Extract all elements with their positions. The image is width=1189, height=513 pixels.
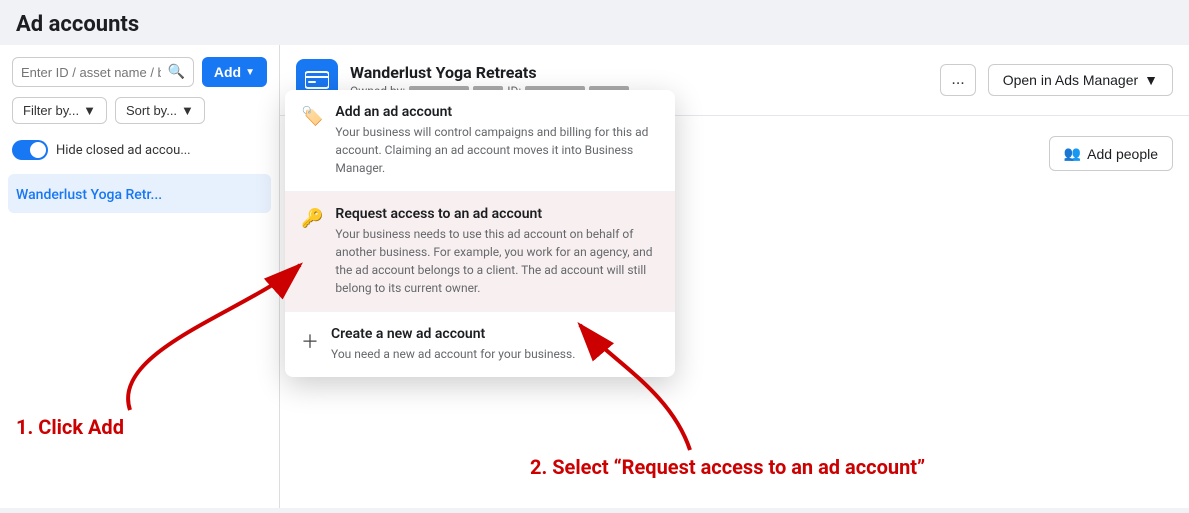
- dropdown-item-create-desc: You need a new ad account for your busin…: [331, 345, 575, 363]
- add-button[interactable]: Add ▼: [202, 57, 267, 87]
- more-options-label: ...: [951, 71, 964, 88]
- add-button-label: Add: [214, 64, 241, 80]
- hide-closed-row: Hide closed ad accou...: [8, 134, 271, 166]
- dropdown-item-add-title: Add an ad account: [335, 104, 659, 120]
- dropdown-item-add-desc: Your business will control campaigns and…: [335, 123, 659, 177]
- add-dropdown-menu: 🏷️ Add an ad account Your business will …: [285, 90, 675, 377]
- page-header: Ad accounts: [0, 0, 1189, 45]
- search-box[interactable]: 🔍: [12, 57, 194, 87]
- dropdown-item-request-content: Request access to an ad account Your bus…: [335, 206, 659, 297]
- search-add-row: 🔍 Add ▼: [8, 57, 271, 87]
- account-list-item[interactable]: Wanderlust Yoga Retr...: [8, 174, 271, 213]
- account-item-label: Wanderlust Yoga Retr...: [16, 187, 162, 203]
- more-options-button[interactable]: ...: [940, 64, 975, 96]
- key-icon: 🔑: [301, 208, 323, 229]
- annotation-1-label: 1. Click Add: [16, 415, 124, 439]
- plus-icon: ＋: [301, 328, 319, 354]
- tag-icon: 🏷️: [301, 106, 323, 127]
- dropdown-item-create-content: Create a new ad account You need a new a…: [331, 326, 575, 363]
- add-people-button[interactable]: 👥 Add people: [1049, 136, 1173, 171]
- sort-label: Sort by...: [126, 103, 177, 118]
- hide-closed-toggle[interactable]: [12, 140, 48, 160]
- dropdown-item-add-content: Add an ad account Your business will con…: [335, 104, 659, 177]
- sort-chevron-icon: ▼: [181, 103, 194, 118]
- sort-button[interactable]: Sort by... ▼: [115, 97, 205, 124]
- annotation-2-label: 2. Select “Request access to an ad accou…: [530, 455, 925, 479]
- filter-button[interactable]: Filter by... ▼: [12, 97, 107, 124]
- dropdown-item-request-header: 🔑 Request access to an ad account Your b…: [301, 206, 659, 297]
- search-icon: 🔍: [167, 64, 184, 80]
- dropdown-item-request-access[interactable]: 🔑 Request access to an ad account Your b…: [285, 192, 675, 312]
- annotation-2: 2. Select “Request access to an ad accou…: [530, 455, 925, 479]
- add-people-label: Add people: [1087, 146, 1158, 162]
- open-ads-manager-label: Open in Ads Manager: [1003, 72, 1138, 88]
- search-input[interactable]: [21, 65, 161, 80]
- page-wrapper: Ad accounts 🔍 Add ▼ Filter by... ▼: [0, 0, 1189, 513]
- dropdown-item-create-title: Create a new ad account: [331, 326, 575, 342]
- add-people-icon: 👥: [1064, 145, 1081, 162]
- dropdown-item-create-new[interactable]: ＋ Create a new ad account You need a new…: [285, 312, 675, 377]
- open-ads-manager-chevron-icon: ▼: [1144, 72, 1158, 88]
- open-ads-manager-button[interactable]: Open in Ads Manager ▼: [988, 64, 1173, 96]
- dropdown-item-request-desc: Your business needs to use this ad accou…: [335, 225, 659, 297]
- page-title: Ad accounts: [16, 12, 1173, 37]
- dropdown-item-create-header: ＋ Create a new ad account You need a new…: [301, 326, 659, 363]
- filter-label: Filter by...: [23, 103, 79, 118]
- dropdown-item-request-title: Request access to an ad account: [335, 206, 659, 222]
- annotation-1: 1. Click Add: [16, 415, 124, 439]
- dropdown-item-add-header: 🏷️ Add an ad account Your business will …: [301, 104, 659, 177]
- filter-chevron-icon: ▼: [83, 103, 96, 118]
- filter-sort-row: Filter by... ▼ Sort by... ▼: [8, 97, 271, 124]
- chevron-down-icon: ▼: [245, 67, 255, 78]
- hide-closed-label: Hide closed ad accou...: [56, 143, 191, 158]
- account-name: Wanderlust Yoga Retreats: [350, 63, 928, 82]
- dropdown-item-add-ad-account[interactable]: 🏷️ Add an ad account Your business will …: [285, 90, 675, 192]
